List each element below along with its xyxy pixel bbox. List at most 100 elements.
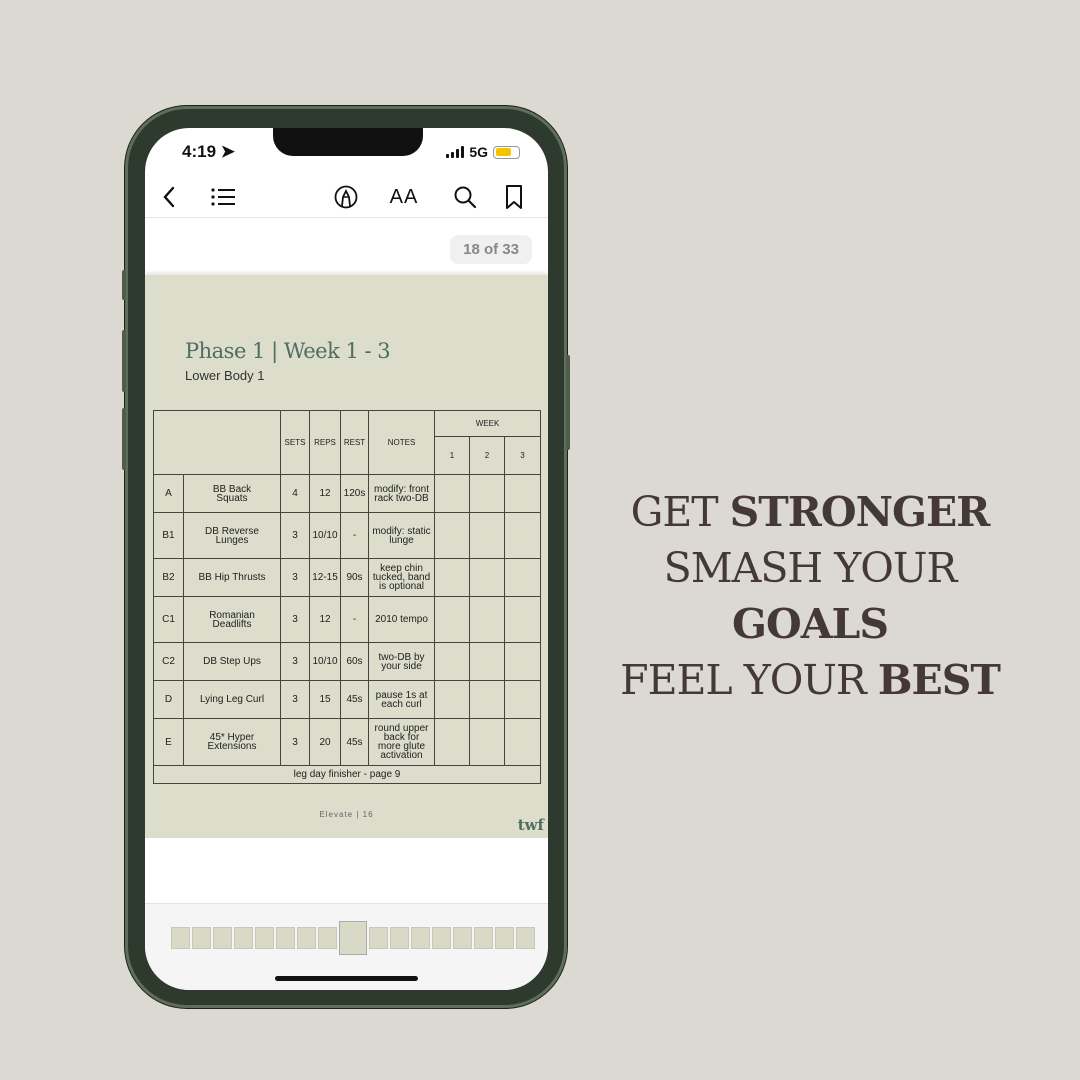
list-icon [211,188,235,206]
home-indicator[interactable] [275,976,418,981]
week-2-cell[interactable] [469,596,505,643]
page-thumbnail[interactable] [339,921,367,955]
search-icon [454,186,477,209]
page-thumbnail[interactable] [390,927,409,949]
search-button[interactable] [452,182,478,212]
cell-exercise: 45* Hyper Extensions [183,718,281,766]
week-3-cell[interactable] [504,558,541,597]
header-notes: NOTES [368,410,435,475]
cell-id: B1 [153,512,184,559]
cell-rest: 90s [340,558,369,597]
twf-logo: twf [517,816,544,834]
table-row: E 45* Hyper Extensions 3 20 45s round upper b… [153,718,541,766]
table-row: C2 DB Step Ups 3 10/10 60s two-DB by your sid… [153,642,541,681]
text-size-button[interactable]: AA [389,182,419,212]
week-3-cell[interactable] [504,596,541,643]
tagline: GET STRONGER SMASH YOUR GOALS FEEL YOUR … [590,484,1030,708]
cell-id: E [153,718,184,766]
cell-sets: 4 [280,474,310,513]
cell-notes: round upper back for more glute activati… [368,718,435,766]
week-2-cell[interactable] [469,718,505,766]
cell-id: B2 [153,558,184,597]
table-row: C1 Romanian Deadlifts 3 12-2010 tempo [153,596,541,643]
cell-sets: 3 [280,512,310,559]
week-3-cell[interactable] [504,512,541,559]
page-thumbnail[interactable] [369,927,388,949]
page-thumbnail[interactable] [432,927,451,949]
week-1-cell[interactable] [434,596,470,643]
phone-screen: 4:19 ➤ 5G AA 18 of 33 Phase 1 | Week 1 -… [145,128,548,990]
page-thumbnail[interactable] [297,927,316,949]
week-3-cell[interactable] [504,680,541,719]
week-1-cell[interactable] [434,474,470,513]
cell-exercise: BB Back Squats [183,474,281,513]
bookmark-button[interactable] [503,182,525,212]
page-thumbnail[interactable] [411,927,430,949]
markup-button[interactable] [333,182,359,212]
cell-id: C1 [153,596,184,643]
page-thumbnail[interactable] [192,927,211,949]
bookmark-icon [506,185,522,209]
page-indicator: 18 of 33 [450,235,532,264]
week-2-cell[interactable] [469,642,505,681]
cell-sets: 3 [280,596,310,643]
page-thumbnail[interactable] [516,927,535,949]
contents-button[interactable] [209,182,237,212]
text-size-icon: AA [389,185,419,208]
cell-rest: - [340,596,369,643]
cell-id: A [153,474,184,513]
week-1-cell[interactable] [434,512,470,559]
page-thumbnail[interactable] [453,927,472,949]
tagline-line: SMASH YOUR GOALS [663,544,958,648]
status-bar: 5G [446,144,520,160]
page-thumbnail[interactable] [255,927,274,949]
cell-notes: keep chin tucked, band is optional [368,558,435,597]
page-thumbnail[interactable] [234,927,253,949]
week-2-cell[interactable] [469,558,505,597]
cell-exercise: DB Reverse Lunges [183,512,281,559]
back-button[interactable] [157,182,181,212]
week-1-cell[interactable] [434,642,470,681]
cell-sets: 3 [280,558,310,597]
table-row: A BB Back Squats 4 12 120s modify: front rack… [153,474,541,513]
cell-reps: 15 [309,680,341,719]
week-3-cell[interactable] [504,718,541,766]
status-time: 4:19 ➤ [182,142,236,161]
cell-sets: 3 [280,680,310,719]
page-thumbnail[interactable] [213,927,232,949]
header-sets: SETS [280,410,310,475]
page-thumbnail[interactable] [318,927,337,949]
reader-toolbar: AA [145,178,548,218]
week-1-cell[interactable] [434,558,470,597]
cell-id: C2 [153,642,184,681]
week-3-cell[interactable] [504,474,541,513]
workout-table: SETS REPS REST NOTES WEEK 1 2 3 A BB Back… [153,410,541,784]
volume-down-button [122,408,126,470]
cell-reps: 12 [309,596,341,643]
cell-exercise: BB Hip Thrusts [183,558,281,597]
cell-rest: 45s [340,718,369,766]
week-1-cell[interactable] [434,680,470,719]
tagline-line: GET STRONGER [630,488,991,536]
week-2-cell[interactable] [469,512,505,559]
page-thumbnail[interactable] [495,927,514,949]
week-2-cell[interactable] [469,474,505,513]
week-3-cell[interactable] [504,642,541,681]
cell-notes: 2010 tempo [368,596,435,643]
week-1-cell[interactable] [434,718,470,766]
page-thumbnail[interactable] [474,927,493,949]
header-rest: REST [340,410,369,475]
page-thumbnail[interactable] [171,927,190,949]
cell-notes: modify: front rack two-DB [368,474,435,513]
signal-icon [446,146,465,158]
week-2-cell[interactable] [469,680,505,719]
document-page[interactable]: Phase 1 | Week 1 - 3 Lower Body 1 SETS R… [145,275,548,838]
location-icon: ➤ [220,142,236,161]
page-thumbnail[interactable] [276,927,295,949]
cell-id: D [153,680,184,719]
table-row: D Lying Leg Curl 3 15 45s pause 1s at each cu… [153,680,541,719]
cell-notes: pause 1s at each curl [368,680,435,719]
cell-rest: 120s [340,474,369,513]
header-week-2: 2 [469,436,505,475]
cell-reps: 12-15 [309,558,341,597]
